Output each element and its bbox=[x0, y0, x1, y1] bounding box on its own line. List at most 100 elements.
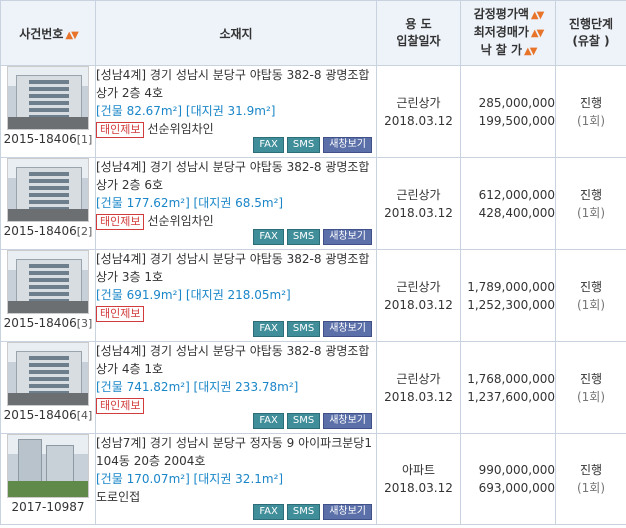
property-note: 선순위임차인 bbox=[147, 122, 214, 136]
sort-arrows-icon[interactable]: ▲▼ bbox=[531, 10, 544, 21]
progress-status: 진행 bbox=[579, 187, 603, 202]
fax-button[interactable]: FAX bbox=[253, 413, 284, 429]
stage-cell: 진행 (1회) bbox=[555, 433, 626, 525]
sort-arrows-icon[interactable]: ▲▼ bbox=[65, 30, 78, 41]
sort-arrows-icon[interactable]: ▲▼ bbox=[531, 28, 544, 39]
new-window-button[interactable]: 새창보기 bbox=[323, 413, 372, 429]
table-row[interactable]: 2015-18406[2] [성남4계] 경기 성남시 분당구 야탑동 382-… bbox=[0, 157, 626, 250]
use-date-cell: 아파트 2018.03.12 bbox=[376, 433, 461, 525]
property-address[interactable]: [성남4계] 경기 성남시 분당구 야탑동 382-8 광명조합상가 2층 4호 bbox=[96, 66, 376, 102]
appraisal-price: 990,000,000 bbox=[478, 463, 555, 477]
use-date-cell: 근린상가 2018.03.12 bbox=[376, 65, 461, 158]
header-use-date: 용 도 입찰일자 bbox=[376, 0, 461, 66]
header-minimum-label: 최저경매가 bbox=[473, 25, 529, 39]
new-window-button[interactable]: 새창보기 bbox=[323, 504, 372, 520]
sms-button[interactable]: SMS bbox=[286, 137, 321, 153]
tip-badge[interactable]: 태인제보 bbox=[96, 214, 145, 230]
property-photo[interactable] bbox=[7, 342, 89, 406]
tip-badge[interactable]: 태인제보 bbox=[96, 398, 145, 414]
new-window-button[interactable]: 새창보기 bbox=[323, 321, 372, 337]
tip-badge[interactable]: 태인제보 bbox=[96, 306, 145, 322]
table-row[interactable]: 2015-18406[3] [성남4계] 경기 성남시 분당구 야탑동 382-… bbox=[0, 249, 626, 342]
location-cell: [성남4계] 경기 성남시 분당구 야탑동 382-8 광명조합상가 2층 6호… bbox=[95, 157, 377, 250]
case-number[interactable]: 2015-18406 bbox=[4, 408, 77, 422]
property-address[interactable]: [성남4계] 경기 성남시 분당구 야탑동 382-8 광명조합상가 2층 6호 bbox=[96, 158, 376, 194]
progress-status: 진행 bbox=[579, 279, 603, 294]
header-use-label: 용 도 bbox=[405, 17, 432, 31]
property-use: 근린상가 bbox=[396, 371, 441, 386]
action-buttons: FAX SMS 새창보기 bbox=[250, 410, 372, 429]
bid-date: 2018.03.12 bbox=[384, 297, 453, 312]
header-fail-label: (유찰 ) bbox=[572, 34, 610, 48]
stage-cell: 진행 (1회) bbox=[555, 65, 626, 158]
location-cell: [성남4계] 경기 성남시 분당구 야탑동 382-8 광명조합상가 2층 4호… bbox=[95, 65, 377, 158]
appraisal-price: 612,000,000 bbox=[478, 187, 555, 202]
property-area: [건물 82.67m²] [대지권 31.9m²] bbox=[96, 104, 276, 118]
new-window-button[interactable]: 새창보기 bbox=[323, 229, 372, 245]
sms-button[interactable]: SMS bbox=[286, 504, 321, 520]
progress-status: 진행 bbox=[579, 463, 603, 477]
property-address[interactable]: [성남4계] 경기 성남시 분당구 야탑동 382-8 광명조합상가 3층 1호 bbox=[96, 250, 376, 286]
case-cell[interactable]: 2015-18406[4] bbox=[0, 341, 96, 434]
case-number[interactable]: 2015-18406 bbox=[4, 316, 77, 330]
header-date-label: 입찰일자 bbox=[396, 34, 441, 48]
use-date-cell: 근린상가 2018.03.12 bbox=[376, 341, 461, 434]
case-cell[interactable]: 2015-18406[1] bbox=[0, 65, 96, 158]
property-address[interactable]: [성남4계] 경기 성남시 분당구 야탑동 382-8 광명조합상가 4층 1호 bbox=[96, 342, 376, 378]
sms-button[interactable]: SMS bbox=[286, 413, 321, 429]
location-cell: [성남4계] 경기 성남시 분당구 야탑동 382-8 광명조합상가 4층 1호… bbox=[95, 341, 377, 434]
table-row[interactable]: 2015-18406[1] [성남4계] 경기 성남시 분당구 야탑동 382-… bbox=[0, 65, 626, 158]
fax-button[interactable]: FAX bbox=[253, 321, 284, 337]
table-header-row: 사건번호 ▲▼ 소재지 용 도 입찰일자 감정평가액 ▲▼ 최저경매가 ▲▼ 낙 찰 … bbox=[0, 0, 626, 66]
auction-list-table: 사건번호 ▲▼ 소재지 용 도 입찰일자 감정평가액 ▲▼ 최저경매가 ▲▼ 낙 찰 … bbox=[0, 0, 626, 525]
use-date-cell: 근린상가 2018.03.12 bbox=[376, 249, 461, 342]
case-sub-number: [4] bbox=[76, 409, 93, 422]
header-location-label: 소재지 bbox=[219, 26, 253, 41]
property-area: [건물 741.82m²] [대지권 233.78m²] bbox=[96, 380, 299, 394]
property-photo[interactable] bbox=[7, 250, 89, 314]
fax-button[interactable]: FAX bbox=[253, 504, 284, 520]
fax-button[interactable]: FAX bbox=[253, 137, 284, 153]
header-prices[interactable]: 감정평가액 ▲▼ 최저경매가 ▲▼ 낙 찰 가 ▲▼ bbox=[460, 0, 556, 66]
table-row[interactable]: 2017-10987 [성남7계] 경기 성남시 분당구 정자동 9 아이파크분… bbox=[0, 433, 626, 525]
property-note: 선순위임차인 bbox=[147, 214, 214, 228]
sms-button[interactable]: SMS bbox=[286, 321, 321, 337]
header-appraisal-label: 감정평가액 bbox=[473, 7, 529, 21]
use-date-cell: 근린상가 2018.03.12 bbox=[376, 157, 461, 250]
property-address[interactable]: [성남7계] 경기 성남시 분당구 정자동 9 아이파크분당1 104동 20층… bbox=[96, 434, 376, 470]
sort-arrows-icon[interactable]: ▲▼ bbox=[524, 46, 537, 57]
case-number[interactable]: 2015-18406 bbox=[4, 224, 77, 238]
case-number[interactable]: 2017-10987 bbox=[11, 500, 84, 514]
case-cell[interactable]: 2015-18406[3] bbox=[0, 249, 96, 342]
table-row[interactable]: 2015-18406[4] [성남4계] 경기 성남시 분당구 야탑동 382-… bbox=[0, 341, 626, 434]
fail-count: (1회) bbox=[576, 481, 606, 495]
property-photo[interactable] bbox=[7, 158, 89, 222]
new-window-button[interactable]: 새창보기 bbox=[323, 137, 372, 153]
action-buttons: FAX SMS 새창보기 bbox=[250, 318, 372, 337]
fail-count: (1회) bbox=[576, 113, 606, 128]
property-photo[interactable] bbox=[7, 66, 89, 130]
property-note: 도로인접 bbox=[96, 490, 141, 504]
sms-button[interactable]: SMS bbox=[286, 229, 321, 245]
header-case-no[interactable]: 사건번호 ▲▼ bbox=[0, 0, 96, 66]
location-cell: [성남7계] 경기 성남시 분당구 정자동 9 아이파크분당1 104동 20층… bbox=[95, 433, 377, 525]
action-buttons: FAX SMS 새창보기 bbox=[250, 134, 372, 153]
header-location: 소재지 bbox=[95, 0, 377, 66]
fail-count: (1회) bbox=[576, 205, 606, 220]
case-number[interactable]: 2015-18406 bbox=[4, 132, 77, 146]
fax-button[interactable]: FAX bbox=[253, 229, 284, 245]
bid-date: 2018.03.12 bbox=[384, 389, 453, 404]
price-cell: 285,000,000 199,500,000 bbox=[460, 65, 556, 158]
header-stage: 진행단계 (유찰 ) bbox=[555, 0, 626, 66]
property-area: [건물 177.62m²] [대지권 68.5m²] bbox=[96, 196, 284, 210]
property-photo[interactable] bbox=[7, 434, 89, 498]
case-cell[interactable]: 2015-18406[2] bbox=[0, 157, 96, 250]
case-cell[interactable]: 2017-10987 bbox=[0, 433, 96, 525]
case-sub-number: [1] bbox=[76, 133, 93, 146]
bid-date: 2018.03.12 bbox=[384, 481, 453, 495]
header-case-no-label: 사건번호 bbox=[19, 26, 64, 41]
stage-cell: 진행 (1회) bbox=[555, 249, 626, 342]
tip-badge[interactable]: 태인제보 bbox=[96, 122, 145, 138]
bid-date: 2018.03.12 bbox=[384, 205, 453, 220]
fail-count: (1회) bbox=[576, 389, 606, 404]
